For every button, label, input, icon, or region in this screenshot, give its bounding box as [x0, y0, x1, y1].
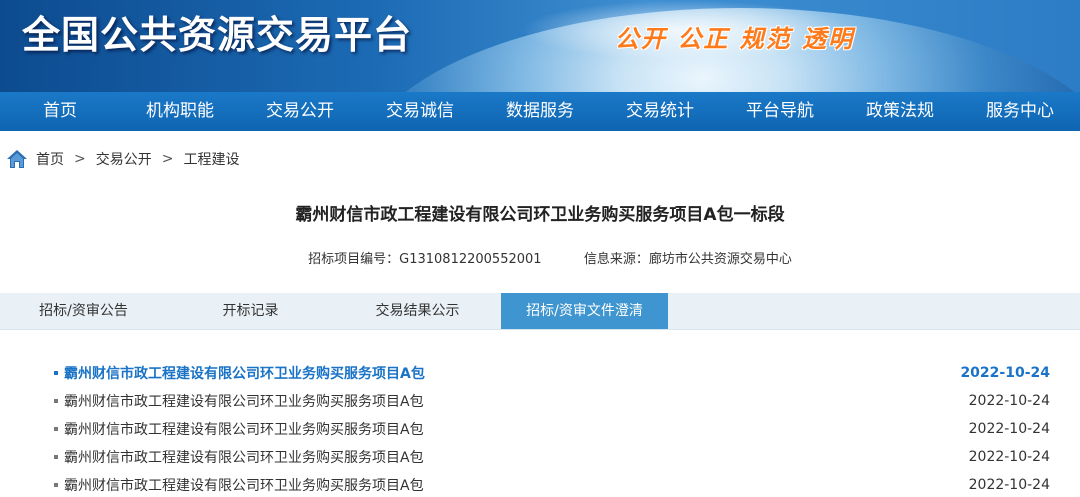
nav-item-transaction-public[interactable]: 交易公开 — [240, 92, 360, 131]
bullet-icon — [54, 455, 58, 459]
page-title: 霸州财信市政工程建设有限公司环卫业务购买服务项目A包一标段 — [295, 205, 785, 225]
tab-result-publicity[interactable]: 交易结果公示 — [334, 293, 501, 329]
tab-bid-opening-record[interactable]: 开标记录 — [167, 293, 334, 329]
bullet-icon — [54, 483, 58, 487]
nav-item-service-center[interactable]: 服务中心 — [960, 92, 1080, 131]
list-item[interactable]: 霸州财信市政工程建设有限公司环卫业务购买服务项目A包 2022-10-24 — [54, 415, 1050, 443]
site-title[interactable]: 全国公共资源交易平台 — [22, 4, 412, 59]
nav-item-home[interactable]: 首页 — [0, 92, 120, 131]
list-item-link[interactable]: 霸州财信市政工程建设有限公司环卫业务购买服务项目A包 — [64, 447, 424, 467]
info-source-label: 信息来源： — [583, 252, 649, 267]
breadcrumb-engineering[interactable]: 工程建设 — [183, 149, 239, 169]
breadcrumb-home[interactable]: 首页 — [36, 149, 64, 169]
nav-item-statistics[interactable]: 交易统计 — [600, 92, 720, 131]
list-item[interactable]: 霸州财信市政工程建设有限公司环卫业务购买服务项目A包 2022-10-24 — [54, 387, 1050, 415]
list-item[interactable]: 霸州财信市政工程建设有限公司环卫业务购买服务项目A包 2022-10-24 — [54, 471, 1050, 497]
project-code-label: 招标项目编号： — [308, 252, 400, 267]
breadcrumb-separator: > — [161, 151, 174, 167]
bullet-icon — [54, 399, 58, 403]
nav-item-credit[interactable]: 交易诚信 — [360, 92, 480, 131]
project-meta: 招标项目编号：G1310812200552001 信息来源：廊坊市公共资源交易中… — [0, 248, 1080, 267]
list-item-date: 2022-10-24 — [968, 393, 1050, 409]
breadcrumb: 首页 > 交易公开 > 工程建设 — [6, 148, 239, 170]
tab-document-clarification[interactable]: 招标/资审文件澄清 — [501, 293, 668, 329]
project-code-value: G1310812200552001 — [399, 252, 542, 267]
list-item-date: 2022-10-24 — [968, 477, 1050, 493]
list-item-date: 2022-10-24 — [968, 421, 1050, 437]
breadcrumb-transaction-public[interactable]: 交易公开 — [96, 149, 152, 169]
bullet-icon — [54, 371, 58, 375]
list-item-link[interactable]: 霸州财信市政工程建设有限公司环卫业务购买服务项目A包 — [64, 475, 424, 495]
list-item-date: 2022-10-24 — [968, 449, 1050, 465]
list-item[interactable]: 霸州财信市政工程建设有限公司环卫业务购买服务项目A包 2022-10-24 — [54, 443, 1050, 471]
list-item[interactable]: 霸州财信市政工程建设有限公司环卫业务购买服务项目A包 2022-10-24 — [54, 359, 1050, 387]
nav-item-institution[interactable]: 机构职能 — [120, 92, 240, 131]
nav-item-platform-nav[interactable]: 平台导航 — [720, 92, 840, 131]
tab-bar: 招标/资审公告 开标记录 交易结果公示 招标/资审文件澄清 — [0, 293, 1080, 330]
main-nav: 首页 机构职能 交易公开 交易诚信 数据服务 交易统计 平台导航 政策法规 服务… — [0, 92, 1080, 131]
list-item-link[interactable]: 霸州财信市政工程建设有限公司环卫业务购买服务项目A包 — [64, 391, 424, 411]
info-source-value: 廊坊市公共资源交易中心 — [648, 252, 792, 267]
clarification-list: 霸州财信市政工程建设有限公司环卫业务购买服务项目A包 2022-10-24 霸州… — [54, 359, 1050, 497]
nav-item-policy[interactable]: 政策法规 — [840, 92, 960, 131]
bullet-icon — [54, 427, 58, 431]
list-item-date: 2022-10-24 — [960, 365, 1050, 381]
breadcrumb-separator: > — [74, 151, 86, 167]
tab-tender-announcement[interactable]: 招标/资审公告 — [0, 293, 167, 329]
header-banner: 全国公共资源交易平台 公开 公正 规范 透明 — [0, 0, 1080, 92]
nav-item-data-service[interactable]: 数据服务 — [480, 92, 600, 131]
list-item-link[interactable]: 霸州财信市政工程建设有限公司环卫业务购买服务项目A包 — [64, 419, 424, 439]
home-icon[interactable] — [6, 149, 28, 169]
list-item-link[interactable]: 霸州财信市政工程建设有限公司环卫业务购买服务项目A包 — [64, 363, 425, 383]
slogan: 公开 公正 规范 透明 — [615, 24, 855, 53]
